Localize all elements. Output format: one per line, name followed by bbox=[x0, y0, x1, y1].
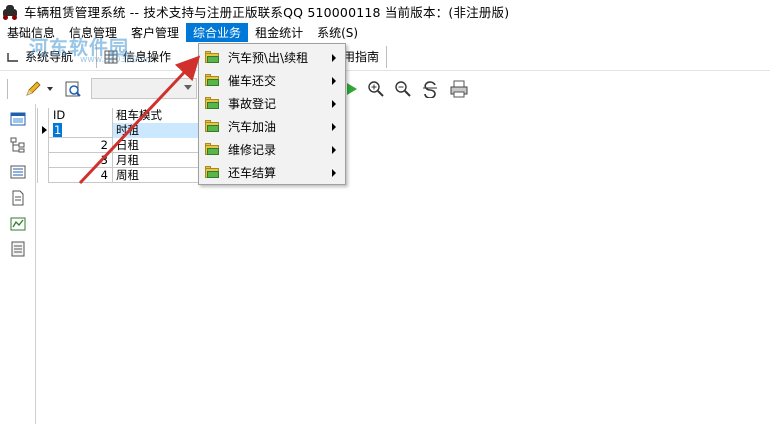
business-dropdown-menu: 汽车预\出\续租 催车还交 事故登记 汽车加油 维修记录 还车结算 bbox=[198, 43, 346, 185]
nav-icon bbox=[7, 52, 18, 62]
column-header-mode[interactable]: 租车模式 bbox=[113, 108, 200, 123]
column-header-id[interactable]: ID bbox=[49, 108, 113, 123]
toolbar-grip bbox=[7, 79, 8, 99]
user-guide-label: 用指南 bbox=[343, 50, 380, 64]
user-guide-button[interactable]: 用指南 bbox=[343, 45, 379, 68]
menu-system[interactable]: 系统(S) bbox=[310, 23, 365, 42]
submenu-arrow-icon bbox=[332, 54, 336, 62]
zoom-out-icon[interactable] bbox=[394, 80, 412, 98]
cell-id[interactable]: 1 bbox=[49, 123, 113, 138]
folder-icon bbox=[205, 143, 219, 155]
menu-item-settlement[interactable]: 还车结算 bbox=[199, 161, 345, 184]
header-indicator bbox=[37, 108, 49, 123]
submenu-arrow-icon bbox=[332, 77, 336, 85]
chevron-down-icon[interactable] bbox=[46, 80, 54, 98]
table-row[interactable]: 1 时租 bbox=[37, 123, 200, 138]
toolbar-separator bbox=[386, 46, 387, 68]
row-indicator bbox=[37, 123, 49, 138]
row-indicator bbox=[37, 153, 49, 168]
menu-item-rent[interactable]: 汽车预\出\续租 bbox=[199, 46, 345, 69]
cell-mode[interactable]: 日租 bbox=[113, 138, 200, 153]
tree-icon[interactable] bbox=[10, 137, 26, 153]
submenu-arrow-icon bbox=[332, 146, 336, 154]
menu-business[interactable]: 综合业务 bbox=[186, 23, 249, 42]
combo-arrow-icon bbox=[184, 85, 192, 90]
cell-mode[interactable]: 周租 bbox=[113, 168, 200, 183]
menu-item-return-reminder[interactable]: 催车还交 bbox=[199, 69, 345, 92]
watermark-url: www.pc0359.cn bbox=[80, 55, 152, 65]
menu-item-label: 事故登记 bbox=[228, 97, 277, 111]
table-row[interactable]: 3 月租 bbox=[37, 153, 200, 168]
toolbar-combo[interactable] bbox=[91, 78, 197, 99]
replace-icon[interactable] bbox=[421, 80, 439, 98]
list-icon[interactable] bbox=[10, 164, 26, 180]
menu-item-accident[interactable]: 事故登记 bbox=[199, 92, 345, 115]
chart-icon[interactable] bbox=[10, 216, 26, 232]
menu-rent-stats[interactable]: 租金统计 bbox=[248, 23, 310, 42]
table-row[interactable]: 2 日租 bbox=[37, 138, 200, 153]
folder-icon bbox=[205, 74, 219, 86]
preview-icon[interactable] bbox=[64, 80, 82, 98]
row-indicator bbox=[37, 138, 49, 153]
cell-id[interactable]: 3 bbox=[49, 153, 113, 168]
car-app-icon bbox=[2, 4, 18, 20]
printer-icon[interactable] bbox=[450, 80, 468, 98]
window-icon[interactable] bbox=[10, 111, 26, 127]
submenu-arrow-icon bbox=[332, 169, 336, 177]
cell-id[interactable]: 2 bbox=[49, 138, 113, 153]
folder-icon bbox=[205, 51, 219, 63]
menu-item-refuel[interactable]: 汽车加油 bbox=[199, 115, 345, 138]
submenu-arrow-icon bbox=[332, 100, 336, 108]
menu-item-label: 维修记录 bbox=[228, 143, 277, 157]
menu-customer-manage[interactable]: 客户管理 bbox=[124, 23, 186, 42]
folder-icon bbox=[205, 166, 219, 178]
folder-icon bbox=[205, 97, 219, 109]
cell-mode[interactable]: 月租 bbox=[113, 153, 200, 168]
menu-item-label: 催车还交 bbox=[228, 74, 277, 88]
folder-icon bbox=[205, 120, 219, 132]
row-indicator bbox=[37, 168, 49, 183]
menu-item-label: 汽车加油 bbox=[228, 120, 277, 134]
menu-item-label: 还车结算 bbox=[228, 166, 277, 180]
row-pointer-icon bbox=[42, 126, 47, 134]
title-bar: 车辆租赁管理系统 -- 技术支持与注册正版联系QQ 510000118 当前版本… bbox=[0, 0, 770, 23]
grid-header-row: ID 租车模式 bbox=[37, 108, 200, 123]
notes-icon[interactable] bbox=[10, 241, 26, 257]
menu-item-label: 汽车预\出\续租 bbox=[228, 51, 309, 65]
left-icon-strip bbox=[0, 104, 36, 424]
cell-mode[interactable]: 时租 bbox=[113, 123, 200, 138]
zoom-in-icon[interactable] bbox=[367, 80, 385, 98]
submenu-arrow-icon bbox=[332, 123, 336, 131]
pencil-icon[interactable] bbox=[24, 80, 42, 98]
menu-item-repair[interactable]: 维修记录 bbox=[199, 138, 345, 161]
rent-mode-grid: ID 租车模式 1 时租 2 日租 3 月租 4 周租 bbox=[37, 108, 200, 183]
table-row[interactable]: 4 周租 bbox=[37, 168, 200, 183]
document-icon[interactable] bbox=[10, 190, 26, 206]
cell-id[interactable]: 4 bbox=[49, 168, 113, 183]
window-title: 车辆租赁管理系统 -- 技术支持与注册正版联系QQ 510000118 当前版本… bbox=[24, 5, 510, 20]
